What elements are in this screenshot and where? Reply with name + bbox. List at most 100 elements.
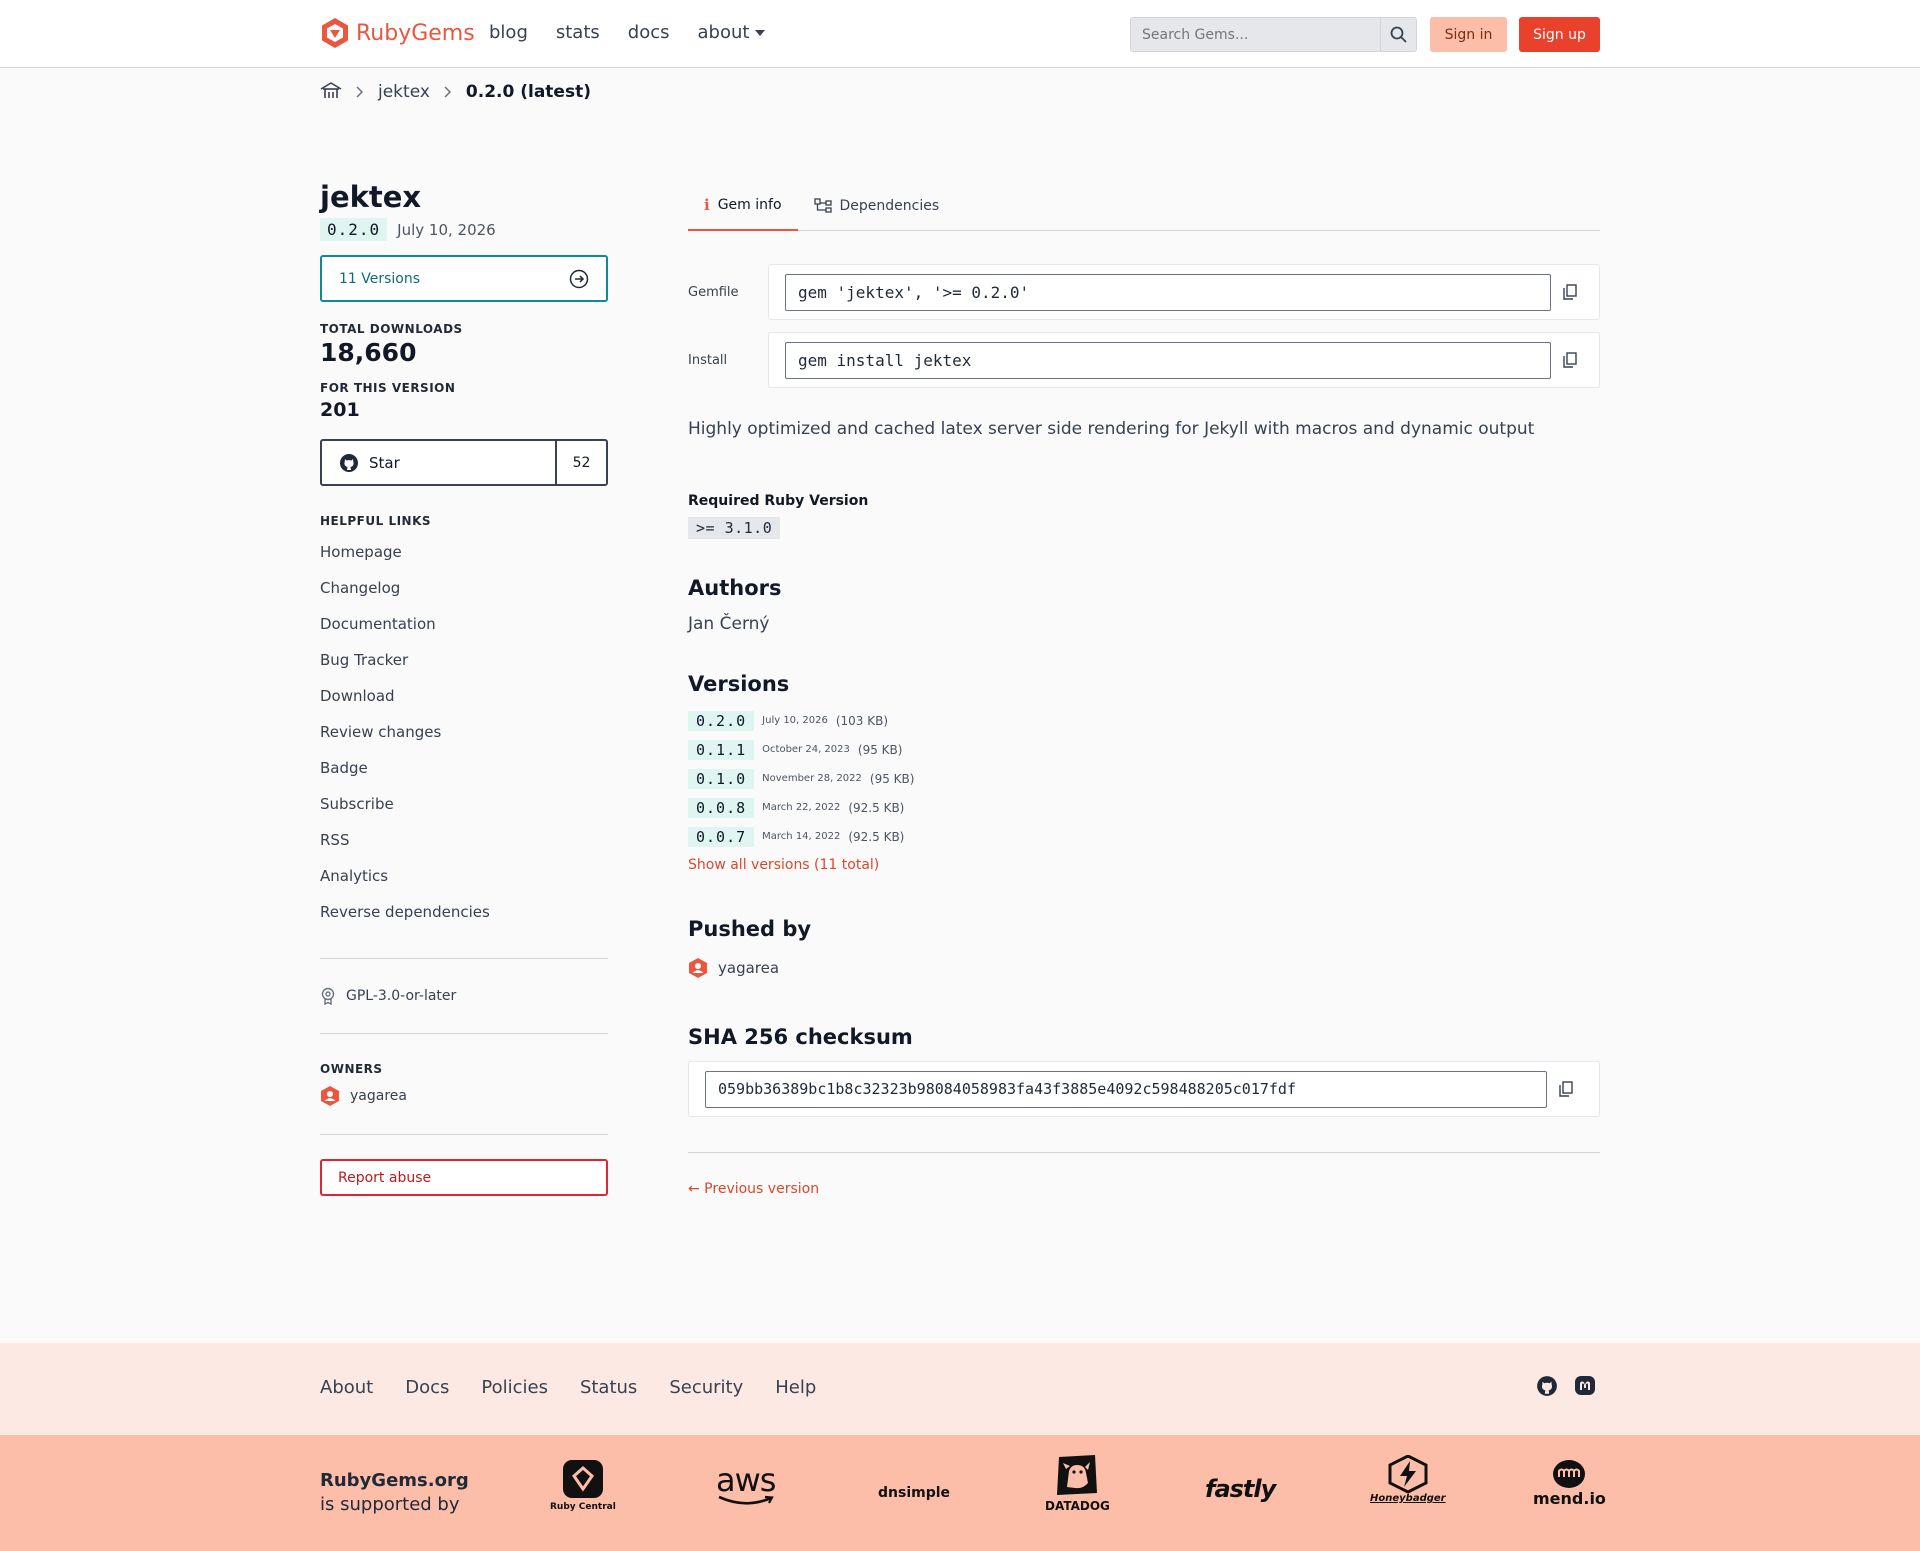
link-subscribe[interactable]: Subscribe [320, 795, 394, 813]
copy-sha-button[interactable] [1547, 1081, 1585, 1097]
rubygems-logo-icon [322, 18, 348, 48]
version-link[interactable]: 0.1.0 [688, 768, 755, 789]
version-link[interactable]: 0.0.8 [688, 797, 755, 818]
link-review-changes[interactable]: Review changes [320, 723, 441, 741]
sha-title: SHA 256 checksum [688, 1025, 913, 1049]
nav-about[interactable]: about [698, 22, 766, 43]
version-link[interactable]: 0.2.0 [688, 710, 755, 731]
sponsor-name: dnsimple [878, 1485, 951, 1501]
sponsor-dnsimple[interactable]: dnsimple [878, 1485, 950, 1501]
chevron-right-icon [444, 86, 451, 98]
version-row: 0.0.8 March 22, 2022 (92.5 KB) [688, 793, 1600, 822]
sponsor-mend[interactable]: mend.io [1533, 1459, 1606, 1508]
sha-checksum[interactable]: 059bb36389bc1b8c32323b98084058983fa43f38… [705, 1070, 1547, 1108]
arrow-circle-right-icon [569, 269, 589, 288]
copy-icon [1563, 284, 1577, 300]
version-line: 0.2.0 July 10, 2026 [320, 218, 608, 241]
github-link[interactable] [1536, 1375, 1558, 1401]
footer-security[interactable]: Security [669, 1377, 743, 1398]
link-badge[interactable]: Badge [320, 759, 368, 777]
owners-title: OWNERS [320, 1062, 383, 1076]
nav-docs[interactable]: docs [628, 22, 670, 43]
footer-policies[interactable]: Policies [481, 1377, 548, 1398]
link-documentation[interactable]: Documentation [320, 615, 436, 633]
footer-status[interactable]: Status [580, 1377, 637, 1398]
versions-list: 0.2.0 July 10, 2026 (103 KB) 0.1.1 Octob… [688, 706, 1600, 851]
version-link[interactable]: 0.0.7 [688, 826, 755, 847]
nav-stats[interactable]: stats [556, 22, 600, 43]
mastodon-link[interactable] [1574, 1375, 1596, 1401]
link-homepage[interactable]: Homepage [320, 543, 402, 561]
version-link[interactable]: 0.1.1 [688, 739, 755, 760]
github-star-button[interactable]: Star [322, 441, 555, 484]
authors-title: Authors [688, 576, 782, 600]
sponsor-datadog[interactable]: DATADOG [1045, 1455, 1110, 1513]
sponsor-fastly[interactable]: fastly [1205, 1475, 1276, 1503]
previous-version-link[interactable]: ← Previous version [688, 1181, 1600, 1197]
nav-about-label: about [697, 22, 750, 43]
rubygems-logo[interactable]: RubyGems [320, 17, 475, 49]
link-changelog[interactable]: Changelog [320, 579, 400, 597]
install-label: Install [688, 352, 728, 368]
footer-docs[interactable]: Docs [405, 1377, 449, 1398]
install-row: Install gem install jektex [688, 332, 1600, 388]
tab-gem-info-label: Gem info [717, 196, 782, 213]
version-badge: 0.2.0 [320, 218, 388, 241]
caret-down-icon [755, 29, 766, 36]
install-command[interactable]: gem install jektex [785, 341, 1551, 379]
divider [688, 1152, 1600, 1153]
github-icon [340, 453, 358, 472]
owner-name: yagarea [350, 1088, 407, 1104]
link-download[interactable]: Download [320, 687, 395, 705]
breadcrumb-current: 0.2.0 (latest) [465, 82, 591, 102]
footer-about[interactable]: About [320, 1377, 373, 1398]
version-row: 0.1.1 October 24, 2023 (95 KB) [688, 735, 1600, 764]
search-input[interactable] [1131, 18, 1380, 51]
breadcrumb-gem[interactable]: jektex [378, 82, 430, 102]
datadog-logo-icon [1057, 1455, 1098, 1495]
tab-gem-info[interactable]: i Gem info [688, 180, 798, 231]
link-analytics[interactable]: Analytics [320, 867, 388, 885]
footer-help[interactable]: Help [775, 1377, 816, 1398]
logo-text: RubyGems [356, 20, 475, 46]
license-link[interactable]: GPL-3.0-or-later [346, 988, 456, 1004]
pushed-by-user[interactable]: yagarea [688, 957, 1600, 979]
gemfile-command[interactable]: gem 'jektex', '>= 0.2.0' [785, 273, 1551, 311]
breadcrumb-home[interactable] [320, 81, 342, 104]
dependencies-icon [813, 197, 832, 213]
sha-box: 059bb36389bc1b8c32323b98084058983fa43f38… [688, 1061, 1600, 1117]
sponsor-aws[interactable]: aws [716, 1464, 776, 1505]
pushed-by-title: Pushed by [688, 917, 812, 941]
sign-up-button[interactable]: Sign up [1519, 17, 1600, 52]
version-date: March 14, 2022 [762, 831, 841, 842]
mend-logo-icon [1553, 1460, 1586, 1488]
version-size: (92.5 KB) [848, 829, 905, 844]
report-abuse-button[interactable]: Report abuse [320, 1159, 608, 1196]
breadcrumb: jektex 0.2.0 (latest) [320, 80, 591, 104]
sponsors-bar: RubyGems.org is supported by Ruby Centra… [0, 1435, 1920, 1551]
search-box [1130, 17, 1417, 52]
sponsor-ruby-central[interactable]: Ruby Central [550, 1459, 616, 1512]
search-button[interactable] [1380, 18, 1416, 51]
avatar-icon [689, 958, 707, 978]
copy-gemfile-button[interactable] [1551, 284, 1589, 300]
version-date: November 28, 2022 [762, 773, 862, 784]
show-all-versions-link[interactable]: Show all versions (11 total) [688, 857, 1600, 873]
sponsor-honeybadger[interactable]: Honeybadger [1370, 1455, 1446, 1504]
nav-blog[interactable]: blog [489, 22, 528, 43]
chevron-right-icon [356, 86, 364, 98]
sign-in-button[interactable]: Sign in [1430, 17, 1507, 52]
avatar-icon [321, 1086, 339, 1106]
copy-icon [1559, 1081, 1573, 1097]
link-reverse-dependencies[interactable]: Reverse dependencies [320, 903, 490, 921]
link-bug-tracker[interactable]: Bug Tracker [320, 651, 408, 669]
copy-install-button[interactable] [1551, 352, 1589, 368]
owner-item[interactable]: yagarea [320, 1084, 608, 1108]
tab-dependencies[interactable]: Dependencies [798, 180, 956, 231]
link-rss[interactable]: RSS [320, 831, 349, 849]
gem-title: jektex [320, 180, 422, 214]
versions-button[interactable]: 11 Versions [320, 255, 608, 302]
version-row: 0.2.0 July 10, 2026 (103 KB) [688, 706, 1600, 735]
star-count[interactable]: 52 [555, 441, 606, 484]
gem-sidebar: jektex 0.2.0 July 10, 2026 11 Versions T… [320, 180, 608, 1196]
